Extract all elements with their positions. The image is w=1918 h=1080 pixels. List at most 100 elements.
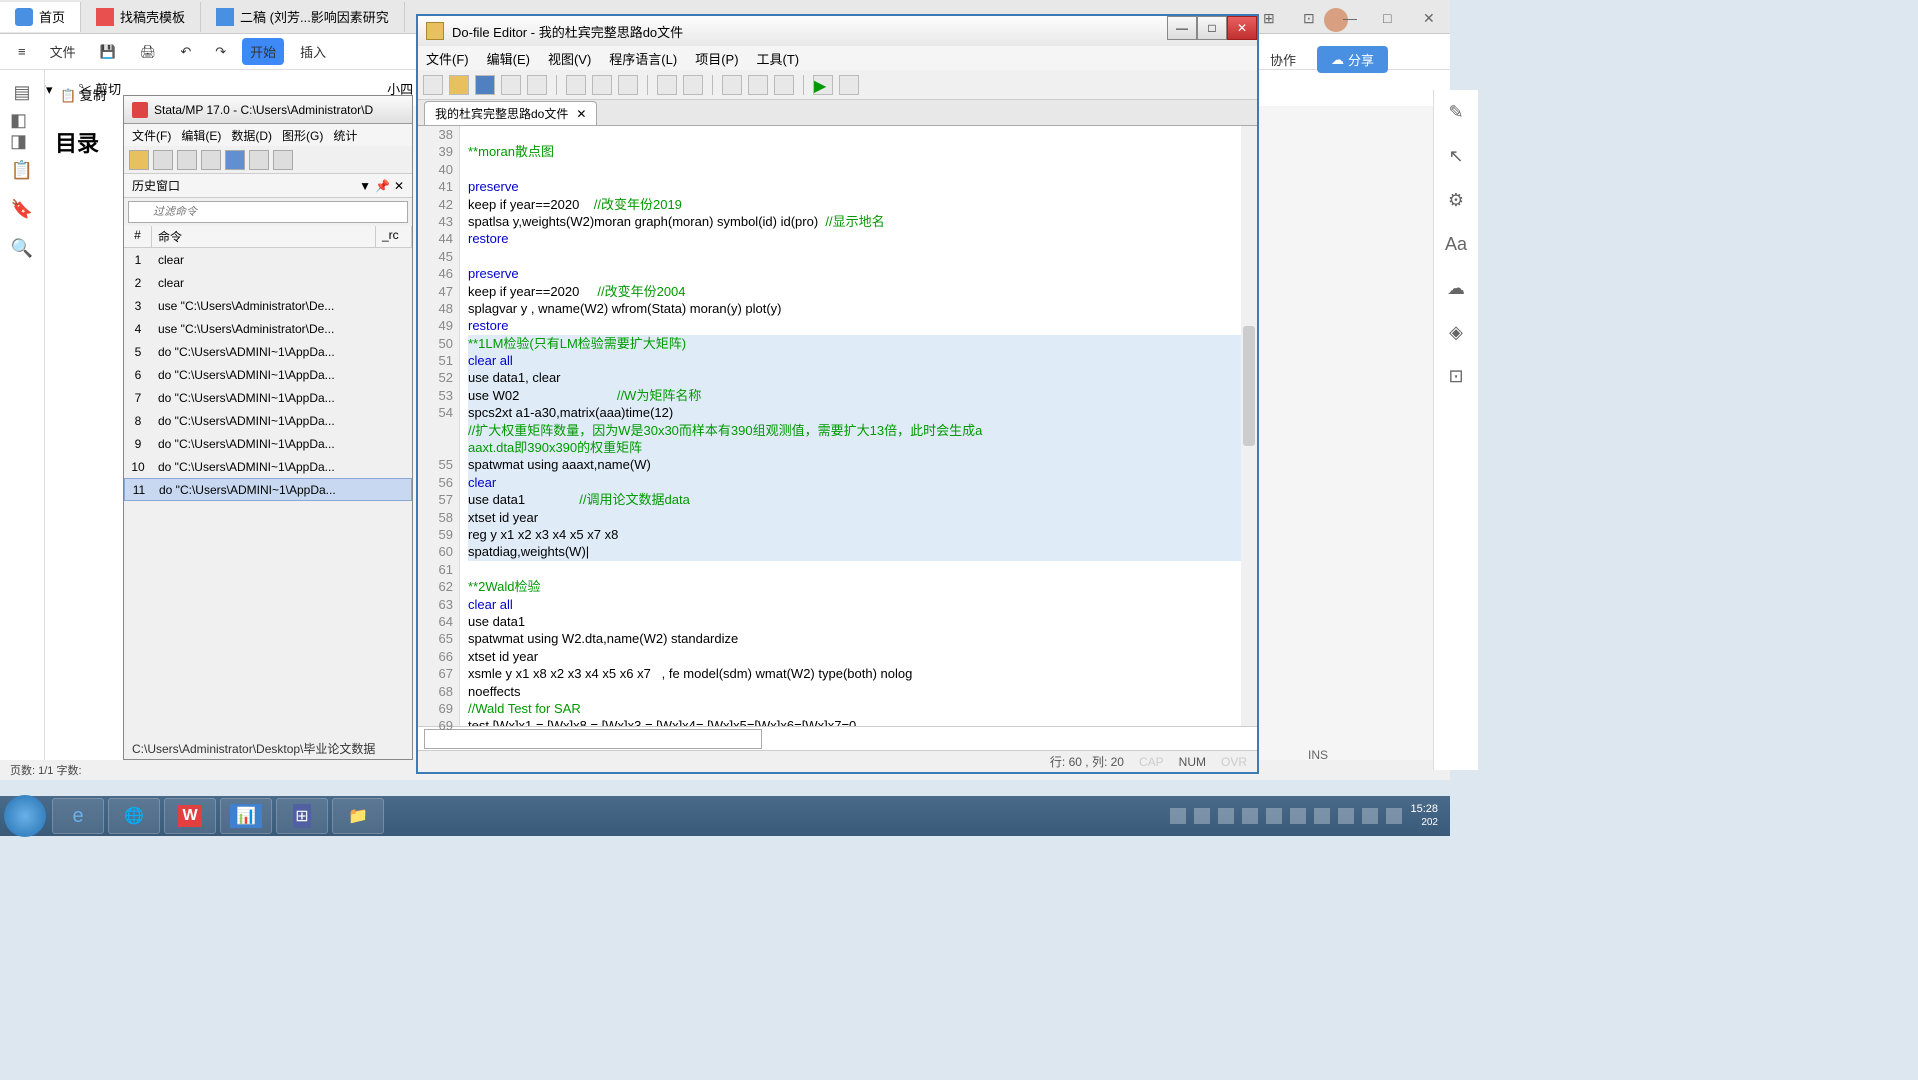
tab-close-icon[interactable]: ✕ xyxy=(576,107,586,121)
col-rc[interactable]: _rc xyxy=(376,226,412,247)
rail-settings-icon[interactable]: ⚙ xyxy=(1444,188,1468,212)
history-filter-icon[interactable]: ▼ xyxy=(359,179,371,193)
wps-tab-home[interactable]: 首页 xyxy=(0,2,81,32)
stata-menu-graph[interactable]: 图形(G) xyxy=(282,127,323,144)
dofile-menu-tools[interactable]: 工具(T) xyxy=(757,49,800,68)
tb-copy-icon[interactable] xyxy=(592,75,612,95)
stata-dofile-icon[interactable] xyxy=(273,150,293,170)
rail-bookmark-icon[interactable]: 🔖 xyxy=(10,197,34,221)
history-row[interactable]: 1clear xyxy=(124,248,412,271)
dofile-menu-project[interactable]: 项目(P) xyxy=(695,49,738,68)
history-row[interactable]: 8do "C:\Users\ADMINI~1\AppDa... xyxy=(124,409,412,432)
wps-tab-template[interactable]: 找稿壳模板 xyxy=(81,2,201,32)
bg-close-icon[interactable]: ✕ xyxy=(1423,10,1443,26)
stata-menu-edit[interactable]: 编辑(E) xyxy=(181,127,221,144)
dofile-menu-view[interactable]: 视图(V) xyxy=(548,49,591,68)
bg-max-icon[interactable]: □ xyxy=(1383,10,1403,26)
bg-apps-icon[interactable]: ⊡ xyxy=(1303,10,1323,26)
menu-hamburger[interactable]: ≡ xyxy=(10,40,34,63)
tb-print-icon[interactable] xyxy=(501,75,521,95)
tray-icon[interactable] xyxy=(1194,808,1210,824)
tray-icon[interactable] xyxy=(1170,808,1186,824)
tb-run-sel-icon[interactable] xyxy=(839,75,859,95)
tb-redo-icon[interactable] xyxy=(683,75,703,95)
tray-icon[interactable] xyxy=(1290,808,1306,824)
history-row[interactable]: 6do "C:\Users\ADMINI~1\AppDa... xyxy=(124,363,412,386)
tray-icon[interactable] xyxy=(1362,808,1378,824)
tb-cut-icon[interactable] xyxy=(566,75,586,95)
rail-cursor-icon[interactable]: ↖ xyxy=(1444,144,1468,168)
taskbar-ie[interactable]: e xyxy=(52,798,104,834)
tray-icon[interactable] xyxy=(1314,808,1330,824)
history-row[interactable]: 7do "C:\Users\ADMINI~1\AppDa... xyxy=(124,386,412,409)
taskbar-clock[interactable]: 15:28 202 xyxy=(1410,803,1438,828)
taskbar-explorer[interactable]: 📁 xyxy=(332,798,384,834)
history-pin-icon[interactable]: 📌 xyxy=(375,179,390,193)
tray-icon[interactable] xyxy=(1266,808,1282,824)
tray-icon[interactable] xyxy=(1218,808,1234,824)
tb-new-icon[interactable] xyxy=(423,75,443,95)
close-button[interactable]: ✕ xyxy=(1227,16,1257,40)
tb-print-icon[interactable]: 🖨 xyxy=(132,40,165,64)
start-button[interactable] xyxy=(4,795,46,837)
history-row[interactable]: 9do "C:\Users\ADMINI~1\AppDa... xyxy=(124,432,412,455)
maximize-button[interactable]: □ xyxy=(1197,16,1227,40)
stata-menu-data[interactable]: 数据(D) xyxy=(231,127,272,144)
taskbar-wps[interactable]: W xyxy=(164,798,216,834)
tb-save-icon[interactable]: 💾 xyxy=(92,40,124,64)
rail-style-icon[interactable]: Aa xyxy=(1444,232,1468,256)
col-num[interactable]: # xyxy=(124,226,152,247)
history-row[interactable]: 3use "C:\Users\Administrator\De... xyxy=(124,294,412,317)
menu-start[interactable]: 开始 xyxy=(242,38,284,65)
tb-bookmark-icon[interactable] xyxy=(722,75,742,95)
stata-menu-file[interactable]: 文件(F) xyxy=(132,127,171,144)
col-cmd[interactable]: 命令 xyxy=(152,226,376,247)
stata-open-icon[interactable] xyxy=(129,150,149,170)
dofile-menu-edit[interactable]: 编辑(E) xyxy=(487,49,530,68)
wps-tab-doc[interactable]: 二稿 (刘芳...影响因素研究 xyxy=(201,2,405,32)
tb-open-icon[interactable] xyxy=(449,75,469,95)
minimize-button[interactable]: — xyxy=(1167,16,1197,40)
taskbar-browser[interactable]: 🌐 xyxy=(108,798,160,834)
tb-bookmark-prev-icon[interactable] xyxy=(774,75,794,95)
code-area[interactable]: **moran散点图preservekeep if year==2020 //改… xyxy=(460,126,1257,726)
stata-save-icon[interactable] xyxy=(153,150,173,170)
share-button[interactable]: ☁ 分享 xyxy=(1317,46,1388,73)
history-row[interactable]: 11do "C:\Users\ADMINI~1\AppDa... xyxy=(124,478,412,501)
tb-save-icon[interactable] xyxy=(475,75,495,95)
dofile-document-tab[interactable]: 我的杜宾完整思路do文件 ✕ xyxy=(424,101,597,125)
bg-grid-icon[interactable]: ⊞ xyxy=(1263,10,1283,26)
menu-insert[interactable]: 插入 xyxy=(292,38,334,65)
rail-nav-icon[interactable]: ◧ ◨ xyxy=(10,119,34,143)
history-row[interactable]: 2clear xyxy=(124,271,412,294)
stata-print-icon[interactable] xyxy=(177,150,197,170)
taskbar-app2[interactable]: ⊞ xyxy=(276,798,328,834)
tray-icon[interactable] xyxy=(1386,808,1402,824)
menu-file[interactable]: 文件 xyxy=(42,38,84,65)
stata-log-icon[interactable] xyxy=(201,150,221,170)
tb-bookmark-next-icon[interactable] xyxy=(748,75,768,95)
rail-clip-icon[interactable]: 📋 xyxy=(10,158,34,182)
dofile-command-input[interactable] xyxy=(424,729,762,749)
tb-paste-icon[interactable] xyxy=(618,75,638,95)
scroll-thumb[interactable] xyxy=(1243,326,1255,446)
history-row[interactable]: 5do "C:\Users\ADMINI~1\AppDa... xyxy=(124,340,412,363)
tb-undo-icon[interactable]: ↶ xyxy=(172,40,199,64)
taskbar-app1[interactable]: 📊 xyxy=(220,798,272,834)
dofile-menu-file[interactable]: 文件(F) xyxy=(426,49,469,68)
stata-graph-icon[interactable] xyxy=(249,150,269,170)
stata-search-input[interactable] xyxy=(128,201,408,223)
scrollbar-v[interactable] xyxy=(1241,126,1257,726)
copy-label[interactable]: 📋 复制 xyxy=(60,85,106,104)
rail-pencil-icon[interactable]: ✎ xyxy=(1444,100,1468,124)
rail-cloud-icon[interactable]: ☁ xyxy=(1444,276,1468,300)
rail-layers-icon[interactable]: ◈ xyxy=(1444,320,1468,344)
history-close-icon[interactable]: ✕ xyxy=(394,179,404,193)
history-row[interactable]: 10do "C:\Users\ADMINI~1\AppDa... xyxy=(124,455,412,478)
history-row[interactable]: 4use "C:\Users\Administrator\De... xyxy=(124,317,412,340)
rail-search-icon[interactable]: 🔍 xyxy=(10,236,34,260)
dofile-menu-lang[interactable]: 程序语言(L) xyxy=(609,49,677,68)
stata-menu-stats[interactable]: 统计 xyxy=(333,127,357,144)
tray-icon[interactable] xyxy=(1242,808,1258,824)
tray-icon[interactable] xyxy=(1338,808,1354,824)
